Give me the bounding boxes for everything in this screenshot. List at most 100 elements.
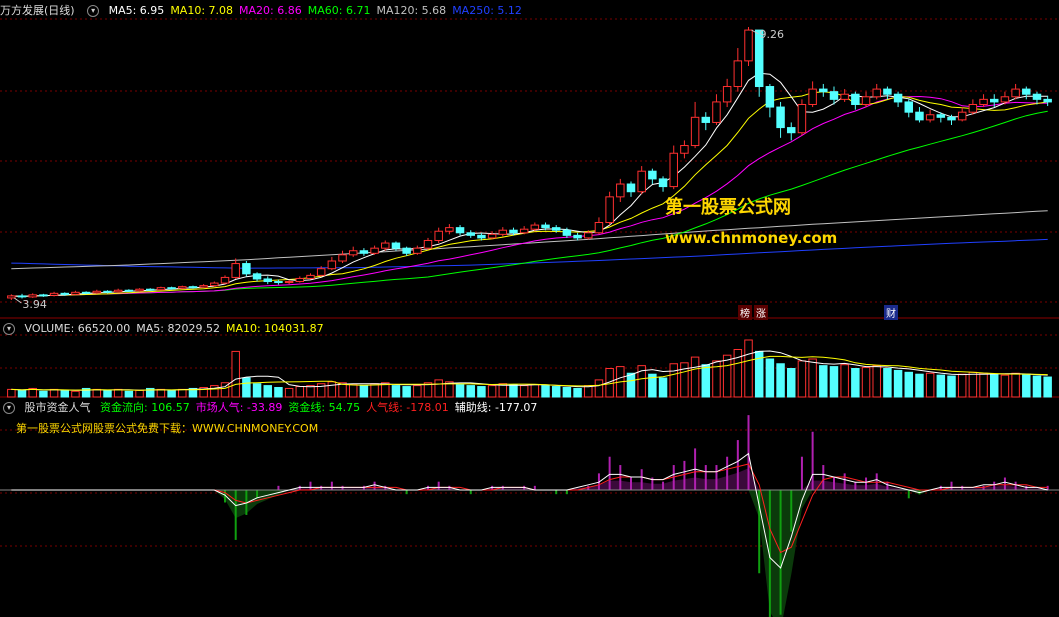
indicator-label-0: 资金流向: 106.57	[100, 401, 190, 414]
candle-body	[103, 290, 112, 293]
candle-body	[851, 93, 860, 105]
candle-body	[145, 288, 155, 291]
volume-bar	[391, 385, 401, 398]
volume-bar	[434, 379, 443, 398]
collapse-icon[interactable]: ▾	[87, 5, 100, 17]
candle-body	[1011, 88, 1020, 98]
candle-body	[519, 228, 529, 234]
candle-body	[904, 101, 914, 113]
candle-body	[1043, 98, 1052, 103]
volume-bar	[519, 385, 529, 398]
candle-body	[690, 116, 700, 147]
candle-body	[423, 239, 433, 249]
candle-body	[990, 98, 999, 103]
promo-text: 第一股票公式网股票公式免费下载：WWW.CHNMONEY.COM	[16, 422, 319, 435]
volume-bar	[990, 373, 999, 398]
volume-bar	[594, 379, 604, 398]
candle-body	[28, 294, 37, 298]
volume-bar	[327, 381, 337, 398]
candle-body	[733, 60, 743, 88]
volume-bar	[242, 377, 251, 398]
volume-bar	[71, 390, 80, 398]
volume-bar	[7, 388, 16, 398]
volume-label-1: MA5: 82029.52	[136, 322, 220, 335]
volume-bar	[925, 372, 935, 398]
collapse-icon[interactable]: ▾	[3, 402, 15, 414]
candle-body	[381, 242, 390, 249]
high-label: 9.26	[760, 28, 785, 41]
low-label: 3.94	[22, 298, 46, 311]
volume-bar	[455, 384, 465, 398]
candle-body	[947, 116, 956, 121]
event-tag-zhang[interactable]: 涨	[754, 305, 768, 320]
candle-body	[551, 227, 561, 231]
candle-body	[348, 250, 358, 256]
candle-body	[359, 250, 369, 254]
volume-bar	[947, 375, 956, 398]
candle-body	[188, 286, 198, 289]
volume-bar	[103, 389, 112, 398]
ma-label-5: MA250: 5.12	[452, 4, 522, 17]
volume-bar	[829, 366, 839, 398]
volume-bar	[252, 383, 262, 398]
candle-body	[252, 273, 262, 280]
volume-bar	[274, 387, 283, 398]
volume-bar	[957, 373, 967, 398]
volume-bar	[178, 388, 187, 398]
volume-bar	[893, 369, 903, 398]
volume-bar	[231, 350, 240, 398]
volume-bar	[658, 377, 668, 398]
collapse-icon[interactable]: ▾	[3, 323, 15, 335]
candle-body	[199, 285, 208, 288]
event-tag-cai[interactable]: 财	[884, 305, 898, 320]
volume-header: ▾ VOLUME: 66520.00 MA5: 82029.52 MA10: 104…	[0, 321, 336, 337]
indicator-title[interactable]: 股市资金人气	[25, 401, 91, 414]
candle-body	[402, 247, 411, 254]
volume-bar	[979, 372, 988, 398]
candle-body	[829, 91, 839, 100]
volume-bar	[487, 385, 497, 398]
volume-bar	[573, 387, 582, 398]
event-tag-bang[interactable]: 榜	[738, 305, 752, 320]
candle-body	[776, 106, 785, 129]
candle-body	[968, 103, 978, 113]
candle-body	[584, 232, 593, 239]
volume-bar	[819, 365, 828, 398]
volume-bar	[776, 363, 785, 398]
candle-body	[167, 287, 176, 290]
candle-body	[455, 227, 465, 234]
volume-bar	[370, 383, 379, 398]
candle-body	[434, 230, 443, 241]
volume-bar	[413, 385, 422, 398]
ma-label-3: MA60: 6.71	[307, 4, 371, 17]
candle-body	[338, 254, 347, 262]
stock-title[interactable]: 万方发展(日线)	[0, 4, 75, 17]
candle-body	[274, 281, 283, 284]
auxiliary-line	[11, 452, 1048, 569]
candle-body	[530, 224, 540, 230]
candle-body	[92, 290, 102, 294]
candle-body	[263, 278, 272, 283]
stock-chart[interactable]: 9.26 3.94	[0, 0, 1059, 617]
candle-body	[669, 152, 678, 188]
volume-bar	[904, 371, 914, 398]
candle-body	[893, 93, 903, 103]
candle-body	[81, 291, 91, 294]
candle-body	[178, 286, 187, 289]
volume-bar	[348, 384, 358, 398]
candle-body	[1032, 93, 1042, 100]
candle-body	[819, 88, 828, 93]
indicator-label-2: 资金线: 54.75	[288, 401, 361, 414]
candle-body	[680, 145, 689, 154]
volume-bar	[915, 373, 924, 398]
volume-bar	[1043, 376, 1052, 398]
volume-bar	[284, 387, 294, 398]
volume-bar	[1032, 375, 1042, 398]
candle-body	[242, 263, 251, 275]
volume-bar	[402, 386, 411, 398]
volume-bar	[124, 390, 134, 398]
volume-bar	[60, 389, 69, 398]
candle-body	[231, 263, 240, 278]
candle-body	[295, 277, 305, 283]
candle-body	[872, 88, 881, 98]
